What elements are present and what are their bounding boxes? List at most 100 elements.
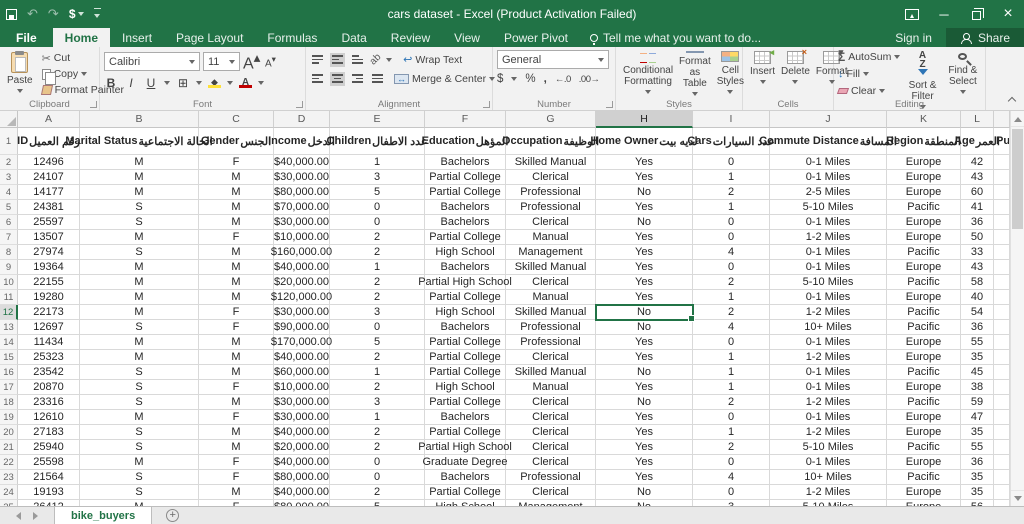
font-family-combo[interactable]: Calibri [104,52,200,71]
cell-A11[interactable]: 19280 [18,290,80,305]
cell-I24[interactable]: 0 [693,485,770,500]
cell-D20[interactable]: $40,000.00 [274,425,330,440]
underline-dropdown[interactable] [164,81,170,88]
cell-E3[interactable]: 3 [330,170,425,185]
cell-G7[interactable]: Manual [506,230,596,245]
sheet-tab-bike-buyers[interactable]: bike_buyers [54,507,152,524]
cell-D3[interactable]: $30,000.00 [274,170,330,185]
cell-C19[interactable]: F [199,410,274,425]
cell-L12[interactable]: 54 [961,305,994,320]
cell-F15[interactable]: Partial College [425,350,506,365]
cell-A14[interactable]: 11434 [18,335,80,350]
cell-H6[interactable]: No [596,215,693,230]
cell-H21[interactable]: Yes [596,440,693,455]
cell-L6[interactable]: 36 [961,215,994,230]
cell-F24[interactable]: Partial College [425,485,506,500]
scroll-up-button[interactable] [1011,111,1024,127]
cell-A8[interactable]: 27974 [18,245,80,260]
increase-font-button[interactable]: A▴ [243,50,260,73]
cell-D14[interactable]: $170,000.00 [274,335,330,350]
cell-E19[interactable]: 1 [330,410,425,425]
cell-A20[interactable]: 27183 [18,425,80,440]
cell-A17[interactable]: 20870 [18,380,80,395]
center-button[interactable] [330,72,345,86]
row-header-9[interactable]: 9 [0,260,18,275]
cell-J22[interactable]: 0-1 Miles [770,455,887,470]
cell-D17[interactable]: $10,000.00 [274,380,330,395]
cell-J8[interactable]: 0-1 Miles [770,245,887,260]
cell-H15[interactable]: Yes [596,350,693,365]
cell-D5[interactable]: $70,000.00 [274,200,330,215]
conditional-formatting-button[interactable]: Conditional Formatting [620,50,676,98]
cell-E15[interactable]: 2 [330,350,425,365]
cell-D19[interactable]: $30,000.00 [274,410,330,425]
cell-sliver-13[interactable] [994,320,1010,335]
row-header-20[interactable]: 20 [0,425,18,440]
cell-K8[interactable]: Pacific [887,245,961,260]
cell-F14[interactable]: Partial College [425,335,506,350]
cell-H18[interactable]: No [596,395,693,410]
column-header-F[interactable]: F [425,111,506,128]
cell-E7[interactable]: 2 [330,230,425,245]
tab-data[interactable]: Data [329,28,378,47]
cell-B8[interactable]: S [80,245,199,260]
cell-H22[interactable]: Yes [596,455,693,470]
field-header-region[interactable]: Regionالمنطقة [887,128,961,155]
column-header-D[interactable]: D [274,111,330,128]
cell-B21[interactable]: S [80,440,199,455]
row-header-23[interactable]: 23 [0,470,18,485]
cell-F3[interactable]: Partial College [425,170,506,185]
cell-H10[interactable]: Yes [596,275,693,290]
redo-icon[interactable]: ↷ [48,6,59,22]
cell-L22[interactable]: 36 [961,455,994,470]
tab-power-pivot[interactable]: Power Pivot [492,28,580,47]
cell-sliver-11[interactable] [994,290,1010,305]
cell-K15[interactable]: Europe [887,350,961,365]
cell-A18[interactable]: 23316 [18,395,80,410]
cell-L21[interactable]: 55 [961,440,994,455]
font-color-button[interactable]: A [239,78,252,88]
tab-review[interactable]: Review [379,28,442,47]
cell-I4[interactable]: 2 [693,185,770,200]
cell-I5[interactable]: 1 [693,200,770,215]
cell-sliver-22[interactable] [994,455,1010,470]
sign-in-button[interactable]: Sign in [881,28,946,47]
cell-E21[interactable]: 2 [330,440,425,455]
cell-G23[interactable]: Professional [506,470,596,485]
column-header-B[interactable]: B [80,111,199,128]
cell-A7[interactable]: 13507 [18,230,80,245]
column-header-A[interactable]: A [18,111,80,128]
number-format-combo[interactable]: General [497,50,609,69]
cell-G17[interactable]: Manual [506,380,596,395]
cell-J14[interactable]: 0-1 Miles [770,335,887,350]
cell-H8[interactable]: Yes [596,245,693,260]
cell-C4[interactable]: M [199,185,274,200]
decrease-indent-button[interactable] [370,72,385,86]
scroll-down-button[interactable] [1011,490,1024,506]
cell-D4[interactable]: $80,000.00 [274,185,330,200]
cell-G4[interactable]: Professional [506,185,596,200]
cell-G15[interactable]: Clerical [506,350,596,365]
italic-button[interactable]: I [124,76,138,90]
select-all-corner[interactable] [0,111,18,128]
cell-K17[interactable]: Europe [887,380,961,395]
cell-G20[interactable]: Clerical [506,425,596,440]
cell-H4[interactable]: No [596,185,693,200]
borders-button[interactable]: ⊞ [176,76,190,90]
row-header-6[interactable]: 6 [0,215,18,230]
cell-D22[interactable]: $40,000.00 [274,455,330,470]
cell-L11[interactable]: 40 [961,290,994,305]
cell-B19[interactable]: M [80,410,199,425]
column-header-sliver[interactable] [994,111,1010,128]
cell-sliver-24[interactable] [994,485,1010,500]
cell-sliver-18[interactable] [994,395,1010,410]
cell-D6[interactable]: $30,000.00 [274,215,330,230]
cell-K23[interactable]: Pacific [887,470,961,485]
cell-B10[interactable]: M [80,275,199,290]
bottom-align-button[interactable] [350,53,365,67]
cell-G16[interactable]: Skilled Manual [506,365,596,380]
cell-B6[interactable]: S [80,215,199,230]
cell-L18[interactable]: 59 [961,395,994,410]
tab-home[interactable]: Home [53,28,110,47]
cell-I20[interactable]: 1 [693,425,770,440]
